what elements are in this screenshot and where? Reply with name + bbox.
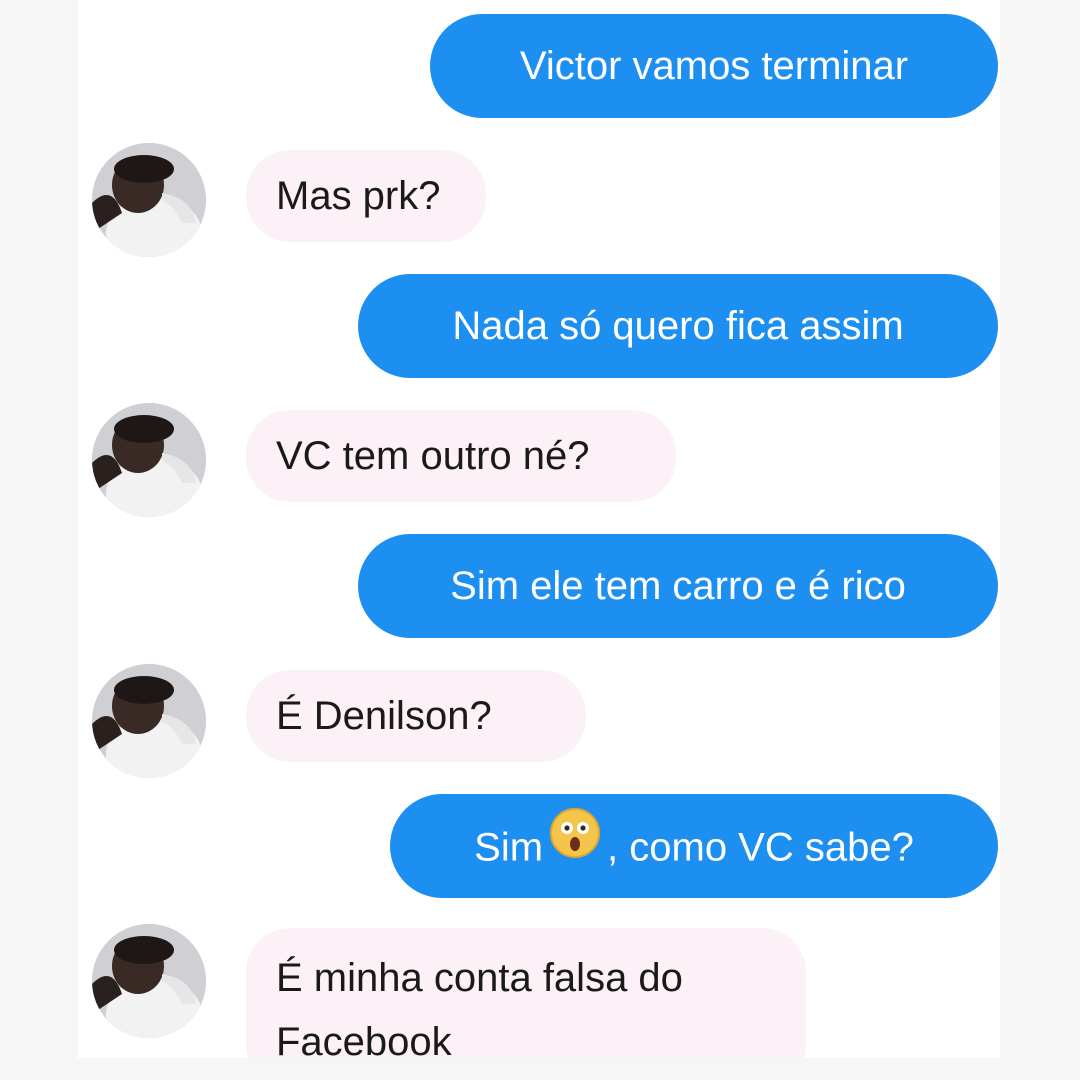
user-photo-avatar-icon (92, 403, 206, 517)
right-margin (1000, 0, 1080, 1080)
received-message-bubble[interactable]: Mas prk? (246, 150, 486, 242)
contact-avatar[interactable] (92, 143, 206, 257)
chat-thread[interactable]: Victor vamos terminar Mas prk? Nada só q… (78, 0, 1000, 1058)
contact-avatar[interactable] (92, 924, 206, 1038)
received-message-bubble[interactable]: É Denilson? (246, 670, 586, 762)
screenshot-frame: Victor vamos terminar Mas prk? Nada só q… (0, 0, 1080, 1080)
message-text: Nada só quero fica assim (452, 304, 904, 348)
user-photo-avatar-icon (92, 664, 206, 778)
received-message-bubble[interactable]: É minha conta falsa do Facebook (246, 928, 806, 1058)
sent-message-bubble[interactable]: Nada só quero fica assim (358, 274, 998, 378)
message-text: Sim ele tem carro e é rico (450, 564, 906, 608)
user-photo-avatar-icon (92, 143, 206, 257)
message-text-line-2: Facebook (276, 1020, 452, 1058)
astonished-face-icon (549, 794, 601, 898)
sent-message-bubble[interactable]: Sim , como VC sabe? (390, 794, 998, 898)
message-text: É Denilson? (276, 694, 492, 738)
message-text-after-emoji: , como VC sabe? (607, 825, 914, 870)
bottom-margin (0, 1058, 1080, 1080)
message-text-line-1: É minha conta falsa do (276, 956, 683, 1000)
sent-message-bubble[interactable]: Sim ele tem carro e é rico (358, 534, 998, 638)
received-message-bubble[interactable]: VC tem outro né? (246, 410, 676, 502)
message-text: Mas prk? (276, 174, 441, 218)
message-text: VC tem outro né? (276, 434, 590, 478)
contact-avatar[interactable] (92, 664, 206, 778)
sent-message-bubble[interactable]: Victor vamos terminar (430, 14, 998, 118)
left-margin (0, 0, 78, 1080)
message-text-before-emoji: Sim (474, 825, 544, 870)
contact-avatar[interactable] (92, 403, 206, 517)
user-photo-avatar-icon (92, 924, 206, 1038)
message-text: Victor vamos terminar (519, 44, 909, 88)
